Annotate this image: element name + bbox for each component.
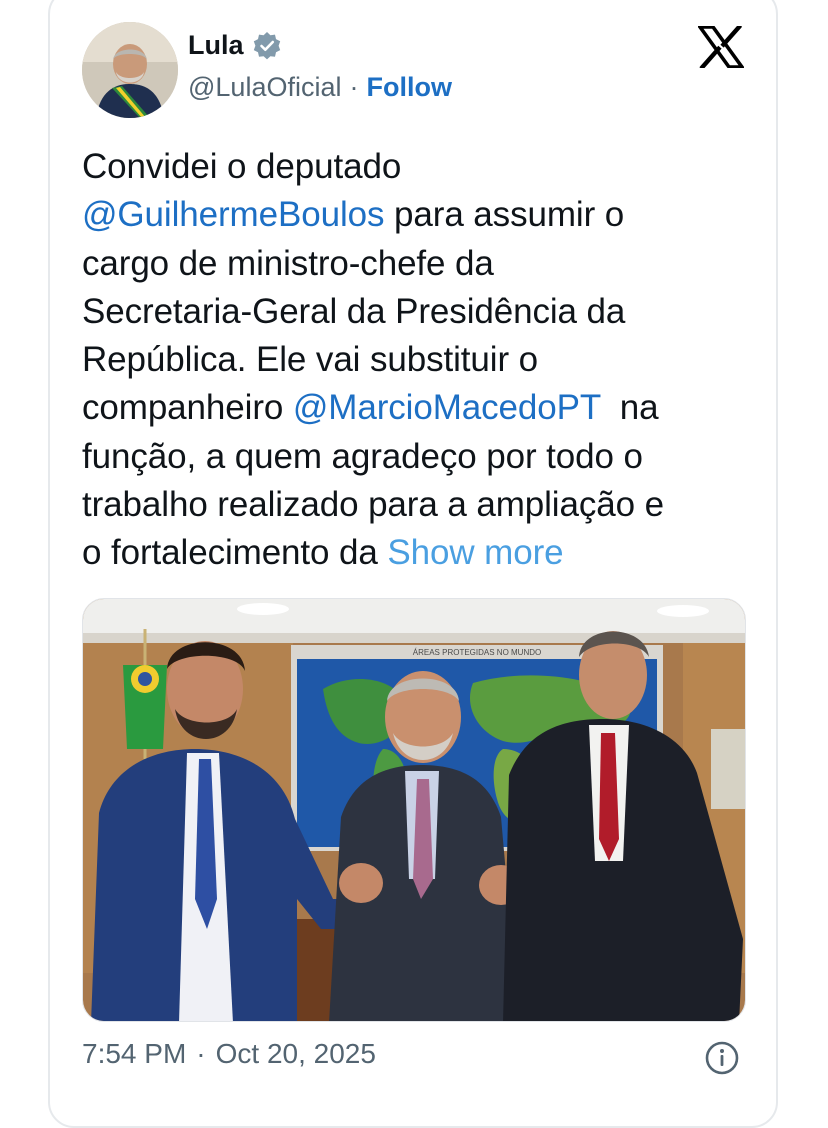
tweet-date: Oct 20, 2025 bbox=[215, 1038, 376, 1069]
tweet-line: Convidei o deputado bbox=[82, 143, 742, 191]
tweet-line: @GuilhermeBoulos para assumir o bbox=[82, 191, 742, 239]
tweet-line: cargo de ministro-chefe da bbox=[82, 240, 742, 288]
follow-button[interactable]: Follow bbox=[366, 72, 451, 103]
author-avatar[interactable] bbox=[82, 22, 178, 118]
x-logo-icon[interactable] bbox=[696, 23, 746, 71]
show-more-link[interactable]: Show more bbox=[387, 533, 563, 572]
tweet-text-segment: para assumir o bbox=[384, 195, 625, 235]
tweet-text-segment: função, a quem agradeço por todo o bbox=[82, 436, 643, 476]
tweet-text-segment: Convidei o deputado bbox=[82, 147, 402, 186]
author-handle[interactable]: @LulaOficial bbox=[188, 72, 341, 103]
tweet-text: Convidei o deputado @GuilhermeBoulos par… bbox=[82, 143, 742, 578]
mention-guilhermeboulos[interactable]: @GuilhermeBoulos bbox=[82, 195, 385, 234]
author-name-row: Lula bbox=[188, 30, 282, 61]
mention-marciomacedopt[interactable]: @MarcioMacedoPT bbox=[293, 388, 601, 427]
tweet-time: 7:54 PM bbox=[82, 1038, 187, 1069]
tweet-photo[interactable]: ÁREAS PROTEGIDAS NO MUNDO bbox=[82, 598, 746, 1022]
author-name[interactable]: Lula bbox=[188, 30, 244, 61]
tweet-text-segment: trabalho realizado para a ampliação e bbox=[82, 485, 664, 525]
tweet-text-segment: cargo de ministro-chefe da bbox=[82, 243, 494, 283]
author-handle-row: @LulaOficial · Follow bbox=[188, 72, 452, 103]
info-icon[interactable] bbox=[704, 1040, 740, 1076]
separator-dot: · bbox=[349, 72, 359, 102]
map-banner-text: ÁREAS PROTEGIDAS NO MUNDO bbox=[413, 648, 541, 657]
tweet-text-segment: Secretaria-Geral da Presidência da bbox=[82, 291, 626, 331]
tweet-text-segment: na bbox=[600, 388, 659, 428]
tweet-line: República. Ele vai substituir o bbox=[82, 336, 742, 384]
tweet-text-segment: companheiro bbox=[82, 388, 293, 428]
tweet-text-segment: República. Ele vai substituir o bbox=[82, 340, 539, 380]
tweet-line: função, a quem agradeço por todo o bbox=[82, 433, 742, 481]
tweet-timestamp[interactable]: 7:54 PM · Oct 20, 2025 bbox=[82, 1038, 376, 1070]
tweet-line: Secretaria-Geral da Presidência da bbox=[82, 288, 742, 336]
separator-dot: · bbox=[196, 1038, 206, 1069]
verified-badge-icon bbox=[252, 31, 282, 61]
tweet-line: trabalho realizado para a ampliação e bbox=[82, 481, 742, 529]
tweet-text-segment: o fortalecimento da bbox=[82, 533, 388, 573]
tweet-line: companheiro @MarcioMacedoPT na bbox=[82, 384, 742, 432]
tweet-line: o fortalecimento da Show more bbox=[82, 529, 742, 577]
